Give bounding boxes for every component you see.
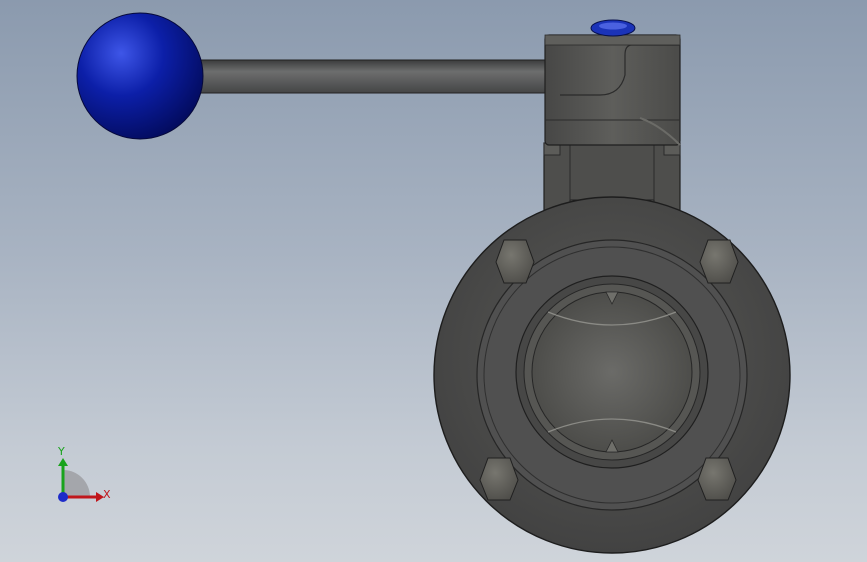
valve-model[interactable]: X Y bbox=[0, 0, 867, 562]
handle-head[interactable] bbox=[544, 34, 681, 146]
handle-rod[interactable] bbox=[194, 59, 566, 94]
x-axis-label: X bbox=[103, 488, 111, 501]
bolt-bottom-right[interactable] bbox=[697, 457, 737, 501]
bolt-bottom-left[interactable] bbox=[479, 457, 519, 501]
z-axis-dot bbox=[58, 492, 68, 502]
valve-bore[interactable] bbox=[515, 275, 709, 469]
bolt-top-left[interactable] bbox=[495, 239, 535, 284]
y-axis-label: Y bbox=[57, 445, 65, 458]
axis-triad[interactable]: X Y bbox=[57, 445, 111, 502]
cad-graphics-viewport[interactable]: X Y bbox=[0, 0, 867, 562]
handle-ball-knob[interactable] bbox=[76, 12, 204, 140]
bolt-top-right[interactable] bbox=[699, 239, 739, 284]
